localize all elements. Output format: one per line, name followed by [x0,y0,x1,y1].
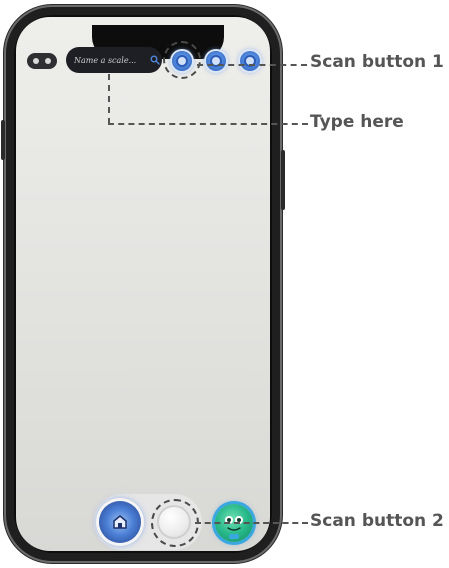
search-input[interactable] [74,55,148,65]
scan-button-2[interactable] [157,505,191,539]
search-icon[interactable] [148,53,162,67]
search-bar[interactable] [66,47,162,73]
callout-line-type-here [108,123,308,125]
callout-line-scan-1 [197,64,307,66]
pill-dot-left [33,58,39,64]
home-icon [113,515,127,529]
callout-scan-button-2: Scan button 2 [310,511,444,531]
callout-type-here: Type here [310,112,404,132]
callout-line-scan-2 [195,522,308,524]
pill-dot-right [45,58,51,64]
toggle-pill[interactable] [27,53,57,69]
scan-icon [178,57,186,65]
scan-button-secondary[interactable] [206,51,226,71]
phone-side-button-right [281,150,285,210]
phone-screen [16,17,270,551]
callout-scan-button-1: Scan button 1 [310,52,444,72]
callout-vline-type-here [108,74,110,124]
scan-button-1[interactable] [172,51,192,71]
home-button[interactable] [99,501,141,543]
scan-button-tertiary[interactable] [240,51,260,71]
phone-side-button-left [1,120,5,160]
